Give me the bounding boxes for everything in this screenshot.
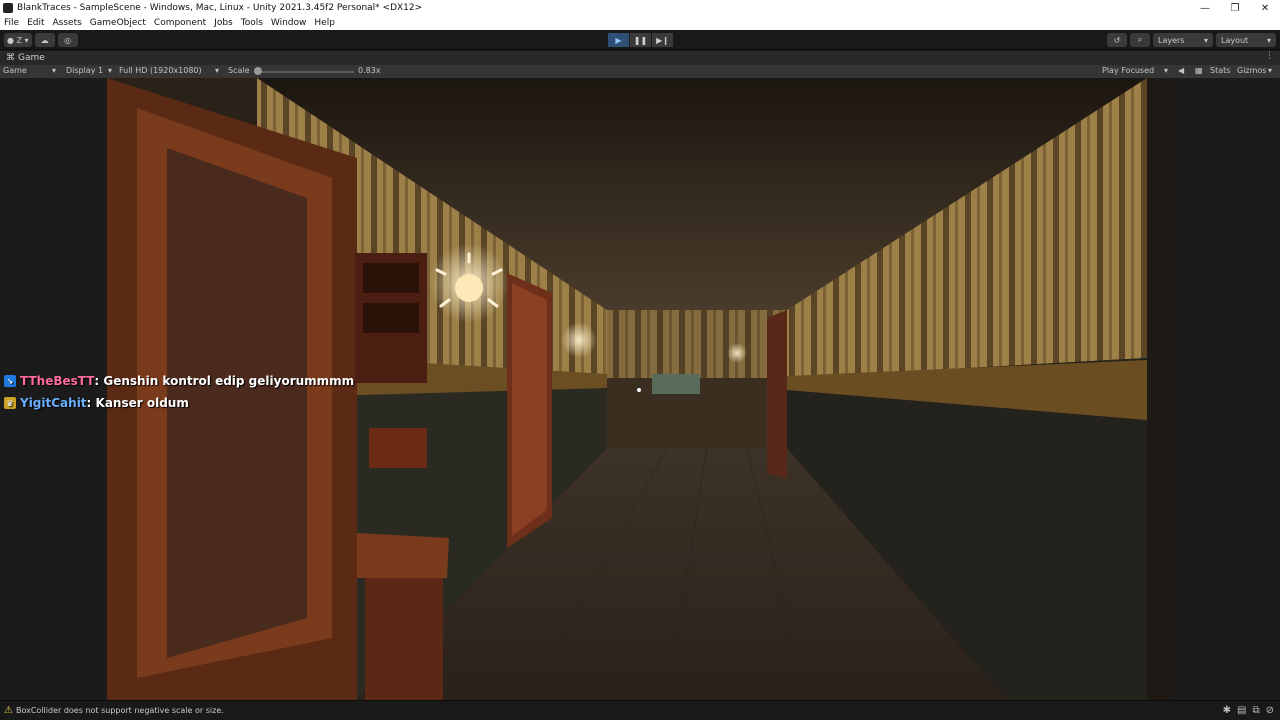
menu-tools[interactable]: Tools — [237, 18, 267, 28]
layout-dropdown[interactable]: Layout ▾ — [1216, 33, 1276, 47]
progress-icon[interactable]: ▤ — [1237, 705, 1246, 716]
debug-mode-icon[interactable]: ⊘ — [1266, 705, 1274, 716]
title-bar: BlankTraces - SampleScene - Windows, Mac… — [0, 0, 1280, 16]
unity-logo-icon — [3, 3, 13, 13]
chevron-down-icon: ▾ — [52, 66, 57, 75]
scale-label: Scale — [228, 66, 250, 75]
close-button[interactable]: ✕ — [1250, 0, 1280, 16]
menu-bar: File Edit Assets GameObject Component Jo… — [0, 16, 1280, 30]
scale-slider-handle[interactable] — [254, 67, 262, 75]
chevron-down-icon: ▾ — [1203, 35, 1208, 45]
network-icon[interactable]: ⧉ — [1252, 705, 1259, 716]
step-button[interactable]: ▶❙ — [652, 33, 673, 47]
chat-message: ↘ TTheBesTT : Genshin kontrol edip geliy… — [4, 370, 354, 392]
menu-component[interactable]: Component — [150, 18, 210, 28]
chevron-down-icon: ▾ — [1164, 66, 1169, 75]
layers-label: Layers — [1158, 35, 1185, 45]
scale-slider-track[interactable] — [257, 71, 354, 73]
gizmos-button[interactable]: Gizmos — [1237, 66, 1266, 75]
more-options-icon[interactable]: ⋮ — [1265, 51, 1274, 61]
collab-icon: ◎ — [64, 35, 72, 45]
chevron-down-icon: ▾ — [108, 66, 113, 75]
menu-help[interactable]: Help — [310, 18, 339, 28]
layers-dropdown[interactable]: Layers ▾ — [1153, 33, 1213, 47]
history-icon: ↺ — [1113, 35, 1121, 45]
search-button[interactable]: ⌕ — [1130, 33, 1150, 47]
menu-file[interactable]: File — [0, 18, 23, 28]
chat-overlay: ↘ TTheBesTT : Genshin kontrol edip geliy… — [4, 370, 354, 414]
prime-badge-icon: ↘ — [4, 375, 16, 387]
chat-username: YigitCahit — [20, 396, 87, 410]
chevron-down-icon: ▾ — [1266, 35, 1271, 45]
game-view-toolbar: Game ▾ Display 1 ▾ Full HD (1920x1080) ▾… — [0, 65, 1280, 78]
scale-value: 0.83x — [358, 66, 381, 75]
window-title: BlankTraces - SampleScene - Windows, Mac… — [17, 3, 423, 13]
cloud-icon: ☁ — [40, 35, 49, 45]
menu-jobs[interactable]: Jobs — [210, 18, 237, 28]
mute-audio-icon[interactable]: ◀ — [1178, 66, 1184, 75]
history-button[interactable]: ↺ — [1107, 33, 1127, 47]
collab-button[interactable]: ◎ — [57, 33, 78, 47]
step-icon: ▶❙ — [656, 35, 669, 45]
pause-button[interactable]: ❚❚ — [630, 33, 651, 47]
game-viewport[interactable]: ↘ TTheBesTT : Genshin kontrol edip geliy… — [0, 78, 1280, 700]
layout-label: Layout — [1221, 35, 1249, 45]
minimize-button[interactable]: — — [1190, 0, 1220, 16]
chevron-down-icon: ▾ — [1268, 66, 1273, 75]
warning-icon: ⚠ — [4, 705, 13, 716]
chat-username: TTheBesTT — [20, 374, 95, 388]
game-tab-label: Game — [18, 53, 45, 63]
game-mode-dropdown[interactable]: Game — [3, 66, 27, 75]
crown-badge-icon: ♛ — [4, 397, 16, 409]
status-bar[interactable]: ⚠ BoxCollider does not support negative … — [0, 700, 1280, 720]
account-button[interactable]: ● Z ▾ — [4, 33, 32, 47]
chat-text: : Genshin kontrol edip geliyorummmm — [94, 374, 355, 388]
game-controller-icon: ⌘ — [6, 53, 15, 63]
chevron-down-icon: ▾ — [22, 35, 29, 45]
play-focused-dropdown[interactable]: Play Focused — [1102, 66, 1154, 75]
menu-gameobject[interactable]: GameObject — [86, 18, 150, 28]
cloud-button[interactable]: ☁ — [34, 33, 55, 47]
game-tab[interactable]: ⌘ Game ⋮ — [0, 51, 1280, 65]
stats-icon[interactable]: ▦ — [1195, 66, 1203, 75]
menu-assets[interactable]: Assets — [49, 18, 86, 28]
main-toolbar: ● Z ▾ ☁ ◎ ▶ ❚❚ ▶❙ ↺ ⌕ Layers ▾ Layout ▾ — [0, 30, 1280, 50]
stats-button[interactable]: Stats — [1210, 66, 1230, 75]
play-controls: ▶ ❚❚ ▶❙ — [608, 33, 673, 47]
resolution-dropdown[interactable]: Full HD (1920x1080) — [119, 66, 202, 75]
play-button[interactable]: ▶ — [608, 33, 629, 47]
chat-text: : Kanser oldum — [86, 396, 189, 410]
menu-window[interactable]: Window — [267, 18, 311, 28]
menu-edit[interactable]: Edit — [23, 18, 48, 28]
play-icon: ▶ — [615, 35, 622, 45]
search-icon: ⌕ — [1137, 35, 1143, 44]
bug-icon[interactable]: ✱ — [1223, 705, 1231, 716]
maximize-button[interactable]: ❐ — [1220, 0, 1250, 16]
pause-icon: ❚❚ — [633, 35, 648, 45]
display-dropdown[interactable]: Display 1 — [66, 66, 103, 75]
account-icon: ● — [7, 35, 17, 45]
console-message[interactable]: BoxCollider does not support negative sc… — [16, 706, 224, 715]
chat-message: ♛ YigitCahit : Kanser oldum — [4, 392, 354, 414]
chevron-down-icon: ▾ — [215, 66, 220, 75]
